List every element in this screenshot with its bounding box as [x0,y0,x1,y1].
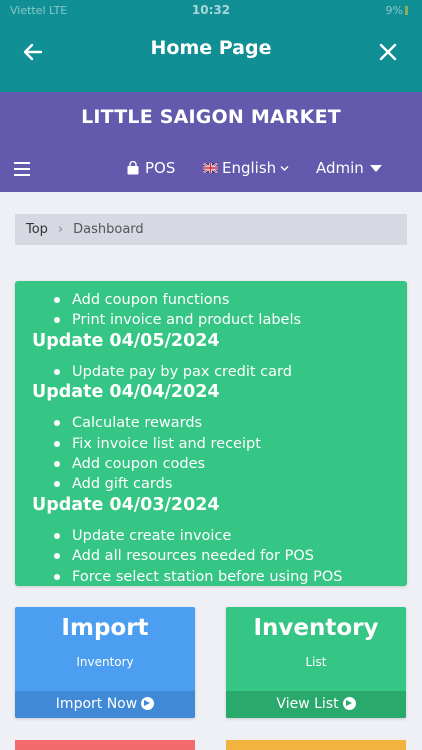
update-list: Update pay by pax credit card [32,362,397,382]
import-card: Import Inventory Import Now [15,607,195,718]
update-heading: Update 04/03/2024 [32,494,220,515]
arrow-circle-right-icon [141,697,155,710]
battery-percent: 9% [385,4,403,17]
inventory-card-subtitle: List [305,655,327,669]
update-heading: Update 04/04/2024 [32,382,220,403]
breadcrumb-separator-icon: › [57,222,64,237]
list-item: Update pay by pax credit card [54,362,397,382]
arrow-circle-right-icon [342,697,356,710]
top-app-bar: Home Page [0,22,422,92]
list-item: Print invoice and product labels [54,310,397,330]
import-card-title: Import [61,615,149,641]
main-nav: LITTLE SAIGON MARKET POS English Admin [0,92,422,192]
language-label: English [222,159,277,177]
update-list-initial: Add coupon functions Print invoice and p… [32,290,397,331]
list-item: Add all resources needed for POS [54,546,397,566]
close-icon[interactable] [376,39,400,65]
pos-label: POS [145,159,176,177]
store-name: LITTLE SAIGON MARKET [81,106,341,128]
hamburger-menu-icon[interactable] [14,162,30,176]
update-list: Update create invoice Add all resources … [32,526,397,587]
view-list-button[interactable]: View List [226,691,406,718]
page-title: Home Page [150,37,272,59]
language-selector[interactable]: English [203,159,289,177]
view-list-label: View List [276,696,339,712]
uk-flag-icon [203,163,218,173]
import-now-button[interactable]: Import Now [15,691,195,718]
update-list: Calculate rewards Fix invoice list and r… [32,413,397,495]
status-time: 10:32 [191,3,231,17]
card-peek-yellow [226,740,406,750]
list-item: Calculate rewards [54,413,397,433]
updates-panel: Add coupon functions Print invoice and p… [15,281,407,586]
admin-label: Admin [316,159,364,177]
list-item: Fix invoice list and receipt [54,434,397,454]
admin-menu[interactable]: Admin [316,159,382,177]
caret-down-icon [369,164,382,172]
inventory-card-title: Inventory [253,615,379,641]
breadcrumb-top[interactable]: Top [26,222,48,237]
battery-icon [405,6,408,15]
shopping-bag-icon [127,161,139,175]
import-now-label: Import Now [55,696,138,712]
pos-link[interactable]: POS [126,159,175,177]
list-item: Add gift cards [54,474,397,494]
chevron-down-icon [280,165,289,171]
update-heading: Update 04/05/2024 [32,330,220,351]
import-card-subtitle: Inventory [76,655,134,669]
list-item: Update create invoice [54,526,397,546]
breadcrumb: Top › Dashboard [15,214,407,245]
inventory-card: Inventory List View List [226,607,406,718]
card-peek-red [15,740,195,750]
status-bar: Viettel LTE 10:32 9% [0,0,422,22]
breadcrumb-current: Dashboard [73,222,144,237]
list-item: Force select station before using POS [54,567,397,587]
battery-indicator: 9% [386,4,408,17]
list-item: Add coupon functions [54,290,397,310]
list-item: Add coupon codes [54,454,397,474]
